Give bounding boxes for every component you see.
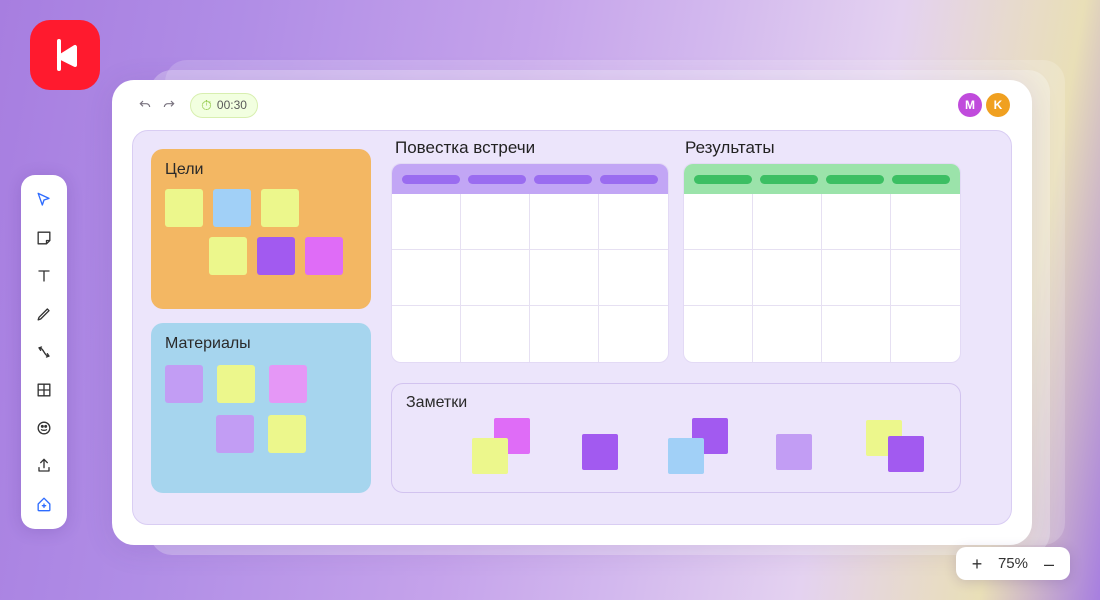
goals-title: Цели bbox=[165, 161, 357, 179]
timer-value: 00:30 bbox=[217, 98, 247, 112]
timer-icon: ⏱ bbox=[201, 97, 212, 114]
results-title: Результаты bbox=[685, 138, 775, 158]
table-cell[interactable] bbox=[599, 306, 668, 362]
table-cell[interactable] bbox=[753, 306, 822, 362]
sticky-note[interactable] bbox=[261, 189, 299, 227]
sticky-note[interactable] bbox=[668, 438, 704, 474]
table-cell[interactable] bbox=[891, 306, 960, 362]
results-table[interactable] bbox=[683, 163, 961, 363]
sticky-note[interactable] bbox=[269, 365, 307, 403]
app-window: ⏱ 00:30 M K Цели Материалы Повестка встр… bbox=[112, 80, 1032, 545]
zoom-control: + 75% – bbox=[956, 547, 1070, 580]
zoom-level: 75% bbox=[998, 555, 1028, 572]
sticky-note[interactable] bbox=[305, 237, 343, 275]
column-pill bbox=[826, 175, 884, 184]
sticky-note[interactable] bbox=[268, 415, 306, 453]
materials-panel[interactable]: Материалы bbox=[151, 323, 371, 493]
materials-title: Материалы bbox=[165, 335, 357, 353]
table-cell[interactable] bbox=[822, 250, 891, 306]
toolbox bbox=[21, 175, 67, 529]
sticky-note[interactable] bbox=[257, 237, 295, 275]
table-cell[interactable] bbox=[461, 194, 530, 250]
sticky-note[interactable] bbox=[776, 434, 812, 470]
top-bar: ⏱ 00:30 M K bbox=[112, 80, 1032, 130]
sticky-note[interactable] bbox=[217, 365, 255, 403]
agenda-title: Повестка встречи bbox=[395, 138, 535, 158]
canvas[interactable]: Цели Материалы Повестка встречи Результа… bbox=[132, 130, 1012, 525]
sticky-note[interactable] bbox=[888, 436, 924, 472]
table-cell[interactable] bbox=[392, 250, 461, 306]
column-pill bbox=[760, 175, 818, 184]
undo-button[interactable] bbox=[134, 94, 156, 116]
results-header bbox=[684, 164, 960, 194]
sticky-note[interactable] bbox=[213, 189, 251, 227]
table-cell[interactable] bbox=[392, 306, 461, 362]
table-cell[interactable] bbox=[392, 194, 461, 250]
sticky-note[interactable] bbox=[216, 415, 254, 453]
avatar-k-label: K bbox=[994, 98, 1003, 112]
column-pill bbox=[402, 175, 460, 184]
table-cell[interactable] bbox=[461, 306, 530, 362]
table-cell[interactable] bbox=[684, 194, 753, 250]
tool-text[interactable] bbox=[27, 259, 61, 293]
zoom-out-button[interactable]: – bbox=[1042, 557, 1056, 571]
table-cell[interactable] bbox=[461, 250, 530, 306]
table-cell[interactable] bbox=[530, 306, 599, 362]
sticky-note[interactable] bbox=[165, 189, 203, 227]
tool-cursor[interactable] bbox=[27, 183, 61, 217]
agenda-header bbox=[392, 164, 668, 194]
column-pill bbox=[694, 175, 752, 184]
sticky-note[interactable] bbox=[209, 237, 247, 275]
sticky-note[interactable] bbox=[165, 365, 203, 403]
tool-share[interactable] bbox=[27, 449, 61, 483]
tool-stamp[interactable] bbox=[27, 411, 61, 445]
column-pill bbox=[468, 175, 526, 184]
table-cell[interactable] bbox=[753, 250, 822, 306]
notes-title: Заметки bbox=[406, 394, 946, 412]
tool-add-home[interactable] bbox=[27, 487, 61, 521]
timer-chip[interactable]: ⏱ 00:30 bbox=[190, 93, 258, 118]
table-cell[interactable] bbox=[599, 194, 668, 250]
column-pill bbox=[600, 175, 658, 184]
app-logo bbox=[30, 20, 100, 90]
tool-connector[interactable] bbox=[27, 335, 61, 369]
table-cell[interactable] bbox=[599, 250, 668, 306]
table-cell[interactable] bbox=[684, 250, 753, 306]
goals-panel[interactable]: Цели bbox=[151, 149, 371, 309]
zoom-in-button[interactable]: + bbox=[970, 557, 984, 571]
tool-pen[interactable] bbox=[27, 297, 61, 331]
redo-button[interactable] bbox=[158, 94, 180, 116]
tool-sticky[interactable] bbox=[27, 221, 61, 255]
table-cell[interactable] bbox=[684, 306, 753, 362]
tool-frame[interactable] bbox=[27, 373, 61, 407]
table-cell[interactable] bbox=[530, 250, 599, 306]
sticky-note[interactable] bbox=[472, 438, 508, 474]
column-pill bbox=[892, 175, 950, 184]
column-pill bbox=[534, 175, 592, 184]
sticky-note[interactable] bbox=[582, 434, 618, 470]
avatar-m[interactable]: M bbox=[958, 93, 982, 117]
table-cell[interactable] bbox=[822, 194, 891, 250]
table-cell[interactable] bbox=[822, 306, 891, 362]
avatar-m-label: M bbox=[965, 98, 975, 112]
table-cell[interactable] bbox=[753, 194, 822, 250]
table-cell[interactable] bbox=[891, 250, 960, 306]
table-cell[interactable] bbox=[891, 194, 960, 250]
agenda-table[interactable] bbox=[391, 163, 669, 363]
table-cell[interactable] bbox=[530, 194, 599, 250]
notes-panel[interactable]: Заметки bbox=[391, 383, 961, 493]
avatar-k[interactable]: K bbox=[986, 93, 1010, 117]
